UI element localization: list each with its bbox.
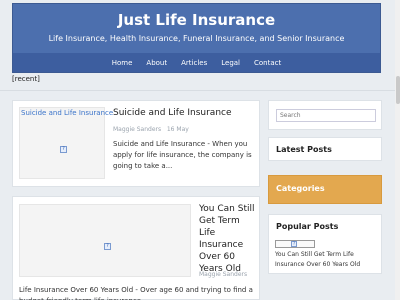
- post-thumbnail[interactable]: ?: [19, 204, 191, 277]
- nav-item-home[interactable]: Home: [105, 59, 140, 67]
- latest-posts-widget: Latest Posts: [268, 137, 382, 161]
- popular-post-link[interactable]: You Can Still Get Term Life Insurance Ov…: [275, 250, 379, 270]
- categories-widget: Categories: [268, 175, 382, 204]
- thumbnail-alt-text: Suicide and Life Insurance: [21, 109, 114, 117]
- page-scrollbar[interactable]: [395, 0, 400, 300]
- post-card: Suicide and Life Insurance ? Suicide and…: [12, 100, 260, 187]
- site-title[interactable]: Just Life Insurance: [13, 11, 380, 29]
- popular-posts-widget: Popular Posts ? You Can Still Get Term L…: [268, 214, 382, 274]
- post-author[interactable]: Maggie Sanders: [199, 271, 247, 278]
- post-author[interactable]: Maggie Sanders: [113, 126, 161, 133]
- divider: [0, 90, 400, 91]
- post-meta: Maggie Sanders 16 May: [113, 126, 189, 133]
- post-excerpt: Suicide and Life Insurance - When you ap…: [113, 140, 252, 170]
- broken-image-icon: ?: [104, 243, 111, 250]
- post-date: 16 May: [166, 126, 189, 133]
- site-description: Life Insurance, Health Insurance, Funera…: [48, 34, 345, 43]
- scrollbar-thumb[interactable]: [396, 76, 400, 104]
- popular-post-thumbnail[interactable]: ?: [275, 240, 315, 248]
- search-widget: [268, 100, 382, 130]
- main-nav: Home About Articles Legal Contact: [12, 53, 381, 73]
- nav-item-contact[interactable]: Contact: [247, 59, 288, 67]
- post-title[interactable]: Suicide and Life Insurance: [113, 107, 232, 119]
- nav-item-legal[interactable]: Legal: [214, 59, 247, 67]
- latest-posts-heading: Latest Posts: [276, 145, 332, 154]
- post-card: ? You Can Still Get Term Life Insurance …: [12, 196, 260, 300]
- recent-shortcode: [recent]: [12, 75, 40, 83]
- search-input[interactable]: [276, 109, 376, 122]
- broken-image-icon: ?: [291, 241, 297, 247]
- broken-image-icon: ?: [60, 146, 67, 153]
- nav-item-articles[interactable]: Articles: [174, 59, 214, 67]
- categories-heading[interactable]: Categories: [276, 184, 325, 193]
- nav-item-about[interactable]: About: [139, 59, 174, 67]
- post-thumbnail[interactable]: Suicide and Life Insurance ?: [19, 107, 113, 179]
- site-header: Just Life Insurance Life Insurance, Heal…: [12, 3, 381, 53]
- post-excerpt: Life Insurance Over 60 Years Old - Over …: [19, 286, 253, 300]
- popular-posts-heading: Popular Posts: [276, 222, 339, 231]
- post-title[interactable]: You Can Still Get Term Life Insurance Ov…: [199, 203, 257, 275]
